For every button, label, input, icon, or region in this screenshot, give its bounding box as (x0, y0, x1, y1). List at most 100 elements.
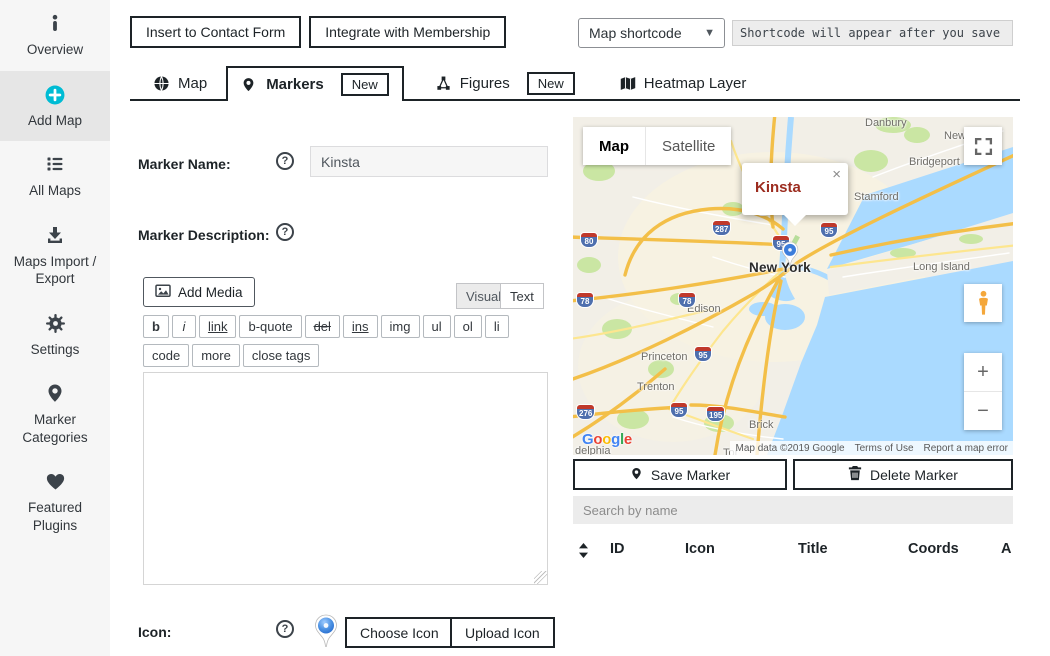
map-type-satellite-button[interactable]: Satellite (645, 127, 731, 165)
sidebar-item-label: All Maps (29, 183, 81, 198)
quicktag-del[interactable]: del (305, 315, 340, 338)
quicktag-italic[interactable]: i (172, 315, 196, 338)
tab-label: Markers (266, 76, 324, 93)
map-type-control: Map Satellite (583, 127, 731, 165)
sidebar-item-label: Add Map (28, 113, 82, 128)
route-shield: 95 (671, 403, 687, 417)
add-media-label: Add Media (178, 285, 243, 300)
quicktag-close-tags[interactable]: close tags (243, 344, 320, 367)
sidebar-item-all-maps[interactable]: All Maps (0, 141, 110, 212)
map-marker[interactable] (781, 241, 799, 267)
download-icon (44, 225, 66, 247)
marker-description-label: Marker Description: (138, 227, 269, 243)
save-marker-button[interactable]: Save Marker (573, 459, 787, 490)
choose-icon-button[interactable]: Choose Icon (345, 617, 454, 648)
pegman-control[interactable] (964, 284, 1002, 322)
info-window-title: Kinsta (755, 179, 801, 196)
quicktag-bold[interactable]: b (143, 315, 169, 338)
fullscreen-icon (974, 137, 993, 156)
report-error-link[interactable]: Report a map error (924, 443, 1008, 454)
quicktag-li[interactable]: li (485, 315, 509, 338)
map-label: Long Island (913, 261, 970, 273)
tab-markers[interactable]: Markers New (226, 66, 404, 101)
globe-icon (153, 75, 170, 92)
tab-bar: Map Markers New Figures New Heatmap Laye… (140, 66, 759, 101)
sidebar-item-marker-categories[interactable]: Marker Categories (0, 370, 110, 458)
icon-label: Icon: (138, 624, 171, 640)
quicktag-more[interactable]: more (192, 344, 240, 367)
map-label: Princeton (641, 351, 687, 363)
route-shield: 78 (577, 293, 593, 307)
upload-icon-button[interactable]: Upload Icon (450, 617, 555, 648)
tab-figures[interactable]: Figures New (422, 66, 588, 101)
editor-tab-text[interactable]: Text (500, 283, 544, 309)
column-header-icon[interactable]: Icon (685, 541, 715, 557)
current-marker-icon (314, 614, 338, 648)
markers-table-header: ID Icon Title Coords A (573, 540, 1013, 562)
attribution-text: Map data ©2019 Google (735, 443, 844, 454)
map-label: Bridgeport (909, 156, 960, 168)
map-type-map-button[interactable]: Map (583, 127, 645, 165)
resize-handle[interactable] (534, 571, 547, 584)
gear-icon (44, 313, 66, 335)
add-circle-icon (44, 84, 66, 106)
shortcode-select-value: Map shortcode (589, 25, 682, 41)
add-media-button[interactable]: Add Media (143, 277, 255, 307)
route-shield: 95 (695, 347, 711, 361)
quicktags-row: code more close tags (143, 344, 319, 367)
help-icon[interactable]: ? (276, 620, 294, 638)
tab-label: Heatmap Layer (644, 75, 747, 92)
sidebar-item-label: Settings (31, 342, 80, 357)
zoom-in-button[interactable]: + (964, 353, 1002, 392)
google-logo[interactable]: Google (582, 431, 632, 448)
tab-map[interactable]: Map (140, 66, 220, 101)
tab-label: Map (178, 75, 207, 92)
marker-name-input[interactable] (310, 146, 548, 177)
quicktag-ul[interactable]: ul (423, 315, 451, 338)
shapes-icon (435, 75, 452, 92)
quicktag-bquote[interactable]: b-quote (239, 315, 301, 338)
fullscreen-button[interactable] (964, 127, 1002, 165)
marker-search-input[interactable] (573, 496, 1013, 524)
delete-marker-button[interactable]: Delete Marker (793, 459, 1013, 490)
quicktag-ol[interactable]: ol (454, 315, 482, 338)
column-header-coords[interactable]: Coords (908, 541, 959, 557)
zoom-out-button[interactable]: − (964, 392, 1002, 430)
editor-textarea[interactable] (143, 372, 548, 585)
sidebar-item-add-map[interactable]: Add Map (0, 71, 110, 142)
close-icon[interactable]: × (832, 166, 841, 183)
help-icon[interactable]: ? (276, 152, 294, 170)
column-header-actions[interactable]: A (1001, 541, 1011, 557)
sidebar-item-label: Marker Categories (22, 412, 87, 445)
sidebar-item-featured-plugins[interactable]: Featured Plugins (0, 458, 110, 546)
column-header-id[interactable]: ID (610, 541, 625, 557)
terms-link[interactable]: Terms of Use (855, 443, 914, 454)
quicktag-link[interactable]: link (199, 315, 237, 338)
sort-icon[interactable] (579, 543, 588, 562)
route-shield: 195 (707, 407, 724, 421)
pegman-icon (977, 290, 990, 316)
top-toolbar: Insert to Contact Form Integrate with Me… (130, 16, 506, 48)
sidebar-item-label: Maps Import / Export (14, 254, 97, 287)
integrate-membership-button[interactable]: Integrate with Membership (309, 16, 506, 48)
route-shield: 95 (821, 223, 837, 237)
main-panel: Insert to Contact Form Integrate with Me… (110, 0, 1050, 656)
sidebar-item-overview[interactable]: Overview (0, 0, 110, 71)
help-icon[interactable]: ? (276, 223, 294, 241)
quicktag-img[interactable]: img (381, 315, 420, 338)
map-attribution: Map data ©2019 Google Terms of Use Repor… (730, 441, 1013, 455)
tab-heatmap-layer[interactable]: Heatmap Layer (606, 66, 760, 101)
insert-contact-form-button[interactable]: Insert to Contact Form (130, 16, 301, 48)
column-header-title[interactable]: Title (798, 541, 828, 557)
marker-pin-icon (241, 76, 258, 93)
new-badge: New (527, 72, 575, 95)
shortcode-select[interactable]: Map shortcode ▼ (578, 18, 725, 48)
quicktag-code[interactable]: code (143, 344, 189, 367)
info-icon (44, 13, 66, 35)
sidebar-item-settings[interactable]: Settings (0, 300, 110, 371)
quicktag-ins[interactable]: ins (343, 315, 378, 338)
sidebar-item-import-export[interactable]: Maps Import / Export (0, 212, 110, 300)
quicktags-row: b i link b-quote del ins img ul ol li (143, 315, 509, 338)
shortcode-output-field[interactable] (732, 20, 1013, 46)
zoom-control: + − (964, 353, 1002, 430)
